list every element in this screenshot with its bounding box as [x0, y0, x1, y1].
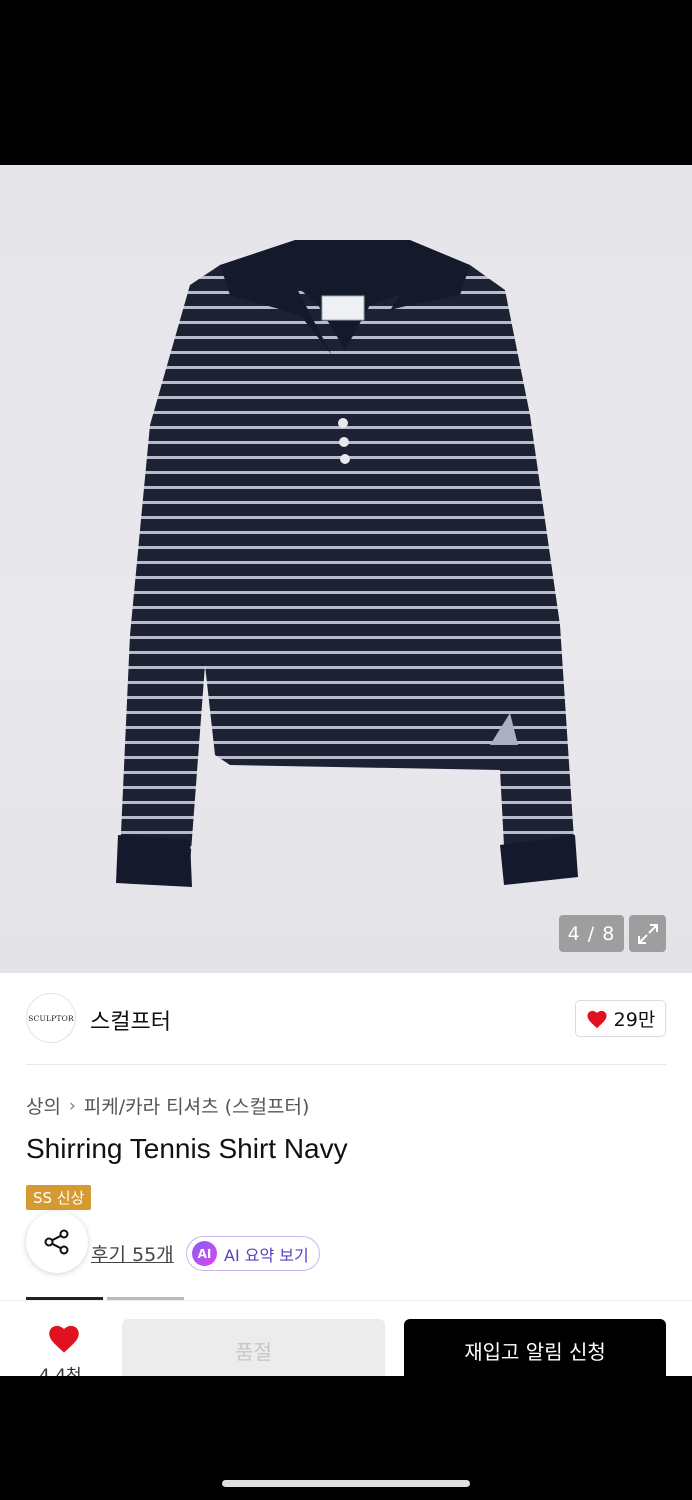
brand-like-button[interactable]: 29만 [575, 1000, 666, 1037]
breadcrumb: 상의 › 피케/카라 티셔츠 (스컬프터) [26, 1092, 309, 1119]
heart-icon [587, 1010, 607, 1028]
ai-icon: AI [192, 1241, 217, 1266]
brand-like-count: 29만 [613, 1009, 656, 1031]
wish-count: 4.4천 [39, 1366, 82, 1376]
review-link[interactable]: 후기 55개 [91, 1240, 174, 1267]
bottom-bar-divider [0, 1300, 692, 1301]
image-counter: 4 / 8 [559, 915, 624, 952]
ai-summary-button[interactable]: AI AI 요약 보기 [186, 1236, 320, 1271]
brand-name[interactable]: 스컬프터 [90, 1004, 171, 1036]
breadcrumb-category[interactable]: 상의 [26, 1092, 61, 1119]
expand-icon [637, 923, 658, 944]
restock-alert-button[interactable]: 재입고 알림 신청 [404, 1319, 666, 1376]
breadcrumb-subcategory[interactable]: 피케/카라 티셔츠 (스컬프터) [84, 1092, 310, 1119]
share-button[interactable] [26, 1211, 88, 1273]
chevron-right-icon: › [68, 1095, 76, 1116]
new-season-badge: SS 신상 [26, 1185, 92, 1210]
product-image-gallery[interactable] [0, 165, 692, 973]
wish-heart-icon[interactable] [47, 1323, 81, 1354]
share-icon [44, 1229, 69, 1255]
expand-button[interactable] [629, 915, 666, 952]
home-indicator[interactable] [222, 1480, 470, 1487]
divider [26, 1064, 666, 1065]
soldout-button[interactable]: 품절 [122, 1319, 385, 1376]
product-title: Shirring Tennis Shirt Navy [26, 1133, 348, 1164]
brand-logo[interactable]: SCULPTOR [26, 993, 76, 1043]
product-image [116, 240, 578, 887]
ai-summary-label: AI 요약 보기 [224, 1245, 309, 1265]
product-info-panel: SCULPTOR 스컬프터 29만 상의 › 피케/카라 티셔츠 (스컬프터) … [0, 973, 692, 1376]
status-bar-area [0, 0, 692, 165]
